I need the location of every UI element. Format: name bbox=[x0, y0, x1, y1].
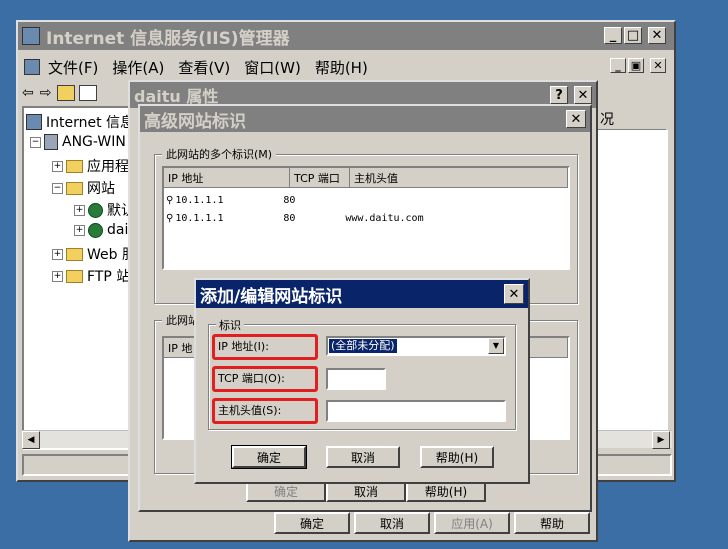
iis-title-bar: Internet 信息服务(IIS)管理器 bbox=[18, 22, 674, 50]
website-globe-icon bbox=[88, 222, 103, 238]
props-ok-button[interactable]: 确定 bbox=[274, 512, 350, 534]
add-edit-help-button[interactable]: 帮助(H) bbox=[420, 446, 494, 468]
show-tree-icon[interactable] bbox=[79, 85, 98, 101]
menu-file[interactable]: 文件(F) bbox=[48, 57, 98, 78]
advanced-title-bar: 高级网站标识 bbox=[140, 106, 590, 132]
tree-item-websites[interactable]: − 网站 bbox=[52, 178, 115, 198]
menu-view[interactable]: 查看(V) bbox=[178, 57, 230, 78]
menu-action[interactable]: 操作(A) bbox=[112, 57, 164, 78]
identities-list: IP 地址 TCP 端口 主机头值 ⚲ 10.1.1.1 80 ⚲ 10.1.1… bbox=[162, 166, 570, 270]
help-question-button[interactable]: ? bbox=[550, 86, 568, 104]
folder-icon bbox=[66, 159, 83, 173]
menu-help[interactable]: 帮助(H) bbox=[315, 57, 368, 78]
add-edit-title-bar: 添加/编辑网站标识 bbox=[196, 280, 528, 308]
iis-app-icon bbox=[22, 27, 40, 45]
tree-item-web-ext[interactable]: + Web 服 bbox=[52, 244, 136, 264]
expand-icon[interactable]: + bbox=[74, 224, 85, 236]
server-icon bbox=[44, 134, 58, 150]
props-help-button[interactable]: 帮助 bbox=[514, 512, 590, 534]
expand-icon[interactable]: + bbox=[52, 248, 63, 260]
iis-title-text: Internet 信息服务(IIS)管理器 bbox=[46, 28, 290, 49]
ip-address-value: (全部未分配) bbox=[329, 339, 397, 353]
folder-icon bbox=[66, 247, 83, 261]
tree-item-app-pools[interactable]: + 应用程 bbox=[52, 156, 129, 176]
expand-icon[interactable]: + bbox=[52, 160, 63, 172]
ip-address-label: IP 地址(I): bbox=[218, 340, 269, 353]
ip-address-dropdown[interactable]: (全部未分配) ▼ bbox=[326, 336, 506, 356]
expand-icon[interactable]: + bbox=[52, 270, 63, 282]
advanced-close-button[interactable]: ✕ bbox=[566, 110, 586, 128]
properties-close-button[interactable]: ✕ bbox=[574, 86, 592, 104]
mdi-close-button[interactable]: ✕ bbox=[650, 58, 666, 73]
network-icon: ⚲ bbox=[166, 194, 174, 206]
tcp-port-label: TCP 端口(O): bbox=[218, 372, 285, 385]
expand-icon[interactable]: + bbox=[74, 204, 85, 216]
identification-group-label: 标识 bbox=[216, 317, 244, 333]
maximize-button[interactable]: □ bbox=[624, 27, 642, 44]
column-host-header[interactable]: 主机头值 bbox=[350, 168, 568, 188]
menu-app-icon bbox=[24, 59, 40, 75]
up-folder-icon[interactable] bbox=[57, 85, 76, 101]
right-pane bbox=[596, 130, 668, 430]
column-ip[interactable]: IP 地址 bbox=[164, 168, 290, 188]
close-button[interactable]: ✕ bbox=[648, 27, 666, 44]
add-edit-close-button[interactable]: ✕ bbox=[504, 284, 524, 304]
tcp-port-input[interactable] bbox=[326, 368, 386, 390]
mdi-minimize-button[interactable]: _ bbox=[610, 58, 626, 73]
mdi-restore-button[interactable]: ▣ bbox=[628, 58, 644, 73]
scroll-left-icon[interactable]: ◀ bbox=[22, 431, 40, 449]
folder-icon bbox=[66, 181, 83, 195]
tree-pane: Internet 信息 − ANG-WIN + 应用程 − 网站 + 默认 + … bbox=[22, 106, 142, 450]
props-cancel-button[interactable]: 取消 bbox=[354, 512, 430, 534]
table-row[interactable]: ⚲ 10.1.1.1 80 bbox=[166, 192, 566, 208]
props-apply-button[interactable]: 应用(A) bbox=[434, 512, 510, 534]
network-icon: ⚲ bbox=[166, 212, 174, 224]
minimize-button[interactable]: _ bbox=[604, 27, 622, 44]
table-row[interactable]: ⚲ 10.1.1.1 80 www.daitu.com bbox=[166, 210, 566, 226]
back-icon[interactable]: ⇦ bbox=[22, 85, 34, 101]
tree-item-ftp[interactable]: + FTP 站 bbox=[52, 266, 130, 286]
tree-item-root[interactable]: Internet 信息 bbox=[26, 112, 134, 132]
collapse-icon[interactable]: − bbox=[30, 136, 41, 148]
menu-bar: 文件(F) 操作(A) 查看(V) 窗口(W) 帮助(H) bbox=[24, 56, 664, 78]
tree-item-daitu-site[interactable]: + dai bbox=[74, 222, 128, 238]
add-edit-cancel-button[interactable]: 取消 bbox=[326, 446, 400, 468]
add-edit-ok-button[interactable]: 确定 bbox=[231, 445, 307, 469]
column-tcp-port[interactable]: TCP 端口 bbox=[290, 168, 350, 188]
scroll-right-icon[interactable]: ▶ bbox=[652, 431, 670, 449]
host-header-input[interactable] bbox=[326, 400, 506, 422]
menu-window[interactable]: 窗口(W) bbox=[244, 57, 301, 78]
tree-item-server[interactable]: − ANG-WIN bbox=[30, 134, 126, 150]
dropdown-arrow-icon[interactable]: ▼ bbox=[488, 338, 504, 354]
iis-root-icon bbox=[26, 114, 42, 130]
tree-item-default-site[interactable]: + 默认 bbox=[74, 200, 135, 220]
website-globe-icon bbox=[88, 202, 103, 218]
add-edit-identification-dialog: 添加/编辑网站标识 ✕ 标识 IP 地址(I): (全部未分配) ▼ TCP 端… bbox=[194, 278, 530, 484]
collapse-icon[interactable]: − bbox=[52, 182, 63, 194]
host-header-label: 主机头值(S): bbox=[218, 404, 282, 417]
identities-group-label: 此网站的多个标识(M) bbox=[162, 146, 277, 162]
right-pane-header: 况 bbox=[596, 108, 666, 130]
forward-icon[interactable]: ⇨ bbox=[40, 85, 52, 101]
folder-icon bbox=[66, 269, 83, 283]
